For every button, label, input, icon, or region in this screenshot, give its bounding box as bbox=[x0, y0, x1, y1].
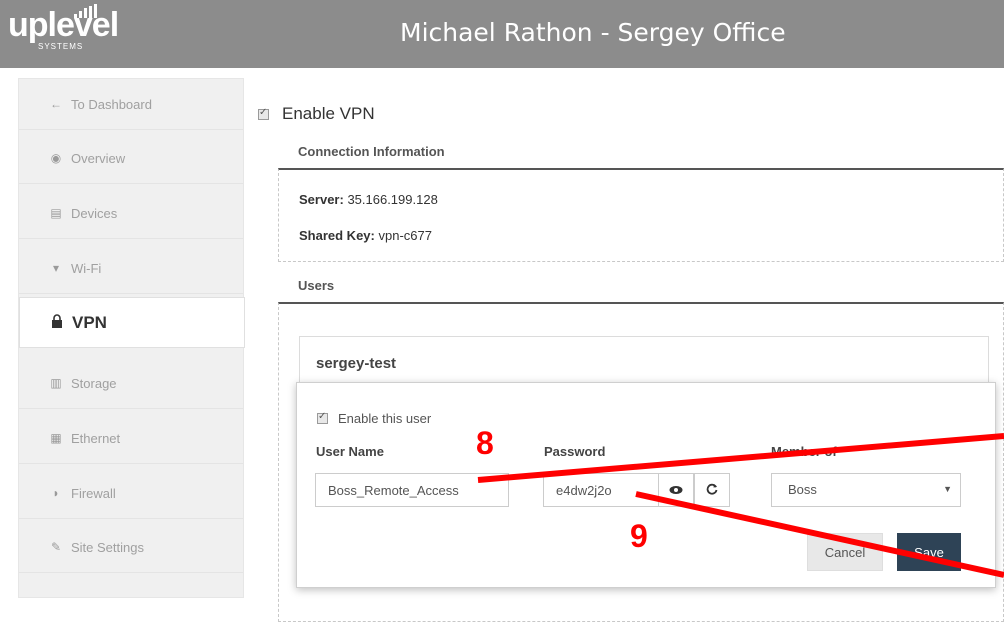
annotation-lines bbox=[477, 433, 1004, 578]
annotation-marker-9: 9 bbox=[630, 518, 648, 554]
annotation-marker-8: 8 bbox=[476, 425, 494, 461]
annotation-line-8 bbox=[477, 433, 1004, 483]
annotation-line-9 bbox=[635, 491, 1004, 578]
